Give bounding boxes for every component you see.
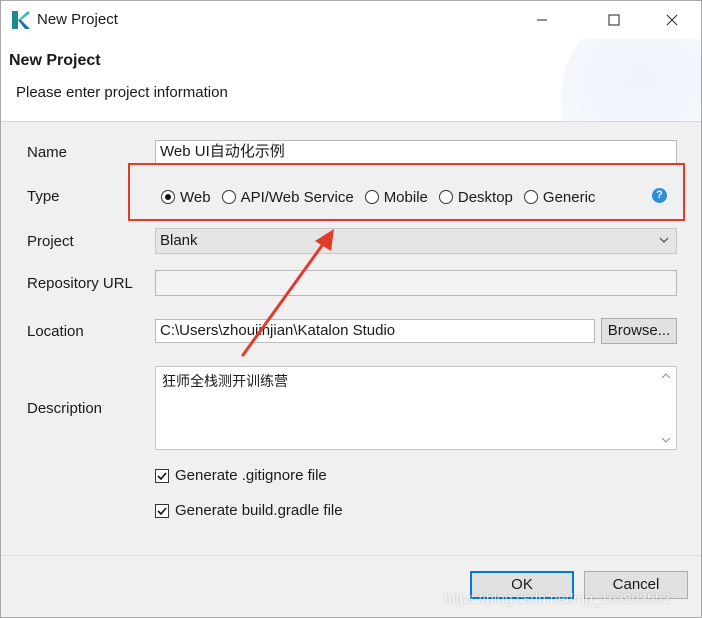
close-icon [666, 14, 678, 26]
scroll-down-icon[interactable] [661, 436, 671, 444]
title-bar: New Project [1, 1, 701, 39]
scroll-up-icon[interactable] [661, 372, 671, 380]
description-textarea[interactable]: 狂师全栈测开训练营 [155, 366, 677, 450]
chevron-down-icon [659, 237, 669, 243]
project-label: Project [27, 233, 74, 250]
page-title: New Project [9, 52, 101, 69]
name-label: Name [27, 144, 68, 161]
build-gradle-checkbox[interactable] [155, 503, 169, 518]
gitignore-checkbox-row[interactable]: Generate .gitignore file [155, 467, 327, 484]
repository-url-label: Repository URL [27, 275, 133, 292]
window-title: New Project [37, 11, 118, 28]
gitignore-label: Generate .gitignore file [175, 467, 327, 484]
page-subtitle: Please enter project information [16, 84, 228, 101]
build-gradle-checkbox-row[interactable]: Generate build.gradle file [155, 502, 343, 519]
project-select[interactable]: Blank [155, 228, 677, 254]
location-input[interactable]: C:\Users\zhoujinjian\Katalon Studio [155, 319, 595, 343]
close-button[interactable] [649, 1, 695, 39]
minimize-icon [537, 19, 547, 21]
katalon-logo-icon [12, 11, 30, 29]
build-gradle-label: Generate build.gradle file [175, 502, 343, 519]
browse-button[interactable]: Browse... [601, 318, 677, 344]
maximize-icon [608, 14, 620, 26]
banner-decoration [561, 39, 701, 121]
description-label: Description [27, 400, 103, 417]
new-project-dialog: New Project New Project Please enter pro… [0, 0, 702, 618]
minimize-button[interactable] [519, 1, 565, 39]
location-label: Location [27, 323, 84, 340]
maximize-button[interactable] [591, 1, 637, 39]
gitignore-checkbox[interactable] [155, 468, 169, 483]
type-label: Type [27, 188, 60, 205]
description-text: 狂师全栈测开训练营 [162, 373, 288, 389]
watermark-text: https://blog.csdn.net/mp_163903553 [444, 590, 671, 606]
checkmark-icon [157, 506, 167, 515]
project-select-value: Blank [160, 232, 198, 249]
footer-divider [1, 555, 701, 556]
repository-url-input[interactable] [155, 270, 677, 296]
header-banner: New Project Please enter project informa… [1, 39, 701, 122]
annotation-highlight-box [128, 163, 685, 221]
name-input[interactable]: Web UI自动化示例 [155, 140, 677, 164]
checkmark-icon [157, 471, 167, 480]
